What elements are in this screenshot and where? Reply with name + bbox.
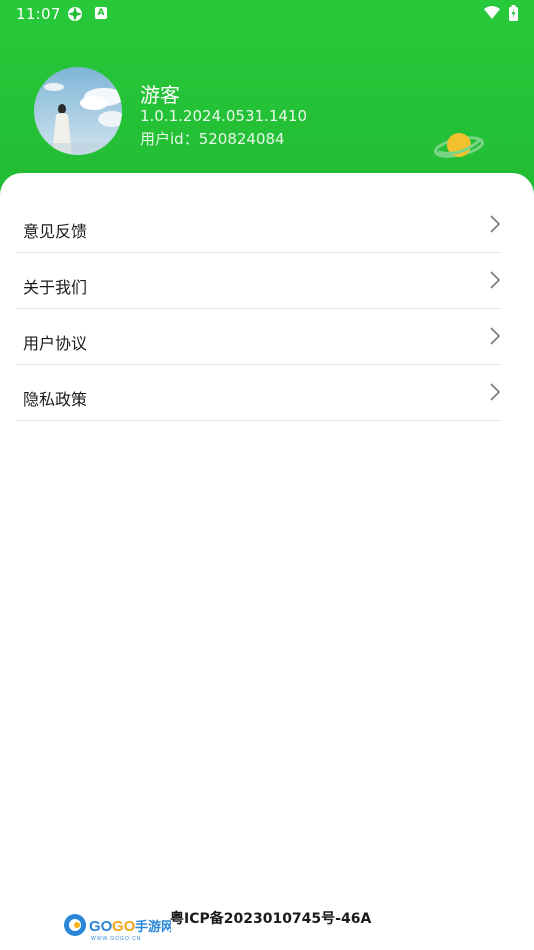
battery-icon (509, 5, 518, 21)
chevron-right-icon (490, 215, 500, 233)
menu-item-feedback[interactable]: 意见反馈 (16, 197, 502, 253)
app-version: 1.0.1.2024.0531.1410 (140, 107, 307, 125)
status-time: 11:07 (16, 5, 61, 23)
menu-item-label: 隐私政策 (23, 389, 88, 409)
svg-text:GO: GO (89, 918, 113, 935)
avatar[interactable] (34, 67, 122, 155)
avatar-photo (34, 67, 122, 155)
user-id-label: 用户id： (140, 130, 199, 148)
wifi-icon (484, 6, 500, 19)
footer: GO GO 手游网 WWW.GOGO.CN 粤ICP备2023010745号-4… (63, 906, 383, 942)
profile-name: 游客 (140, 83, 180, 107)
gogo-logo: GO GO 手游网 WWW.GOGO.CN (64, 914, 171, 942)
settings-menu: 意见反馈 关于我们 用户协议 隐私政策 (16, 197, 502, 421)
icp-license[interactable]: 粤ICP备2023010745号-46A (170, 908, 371, 928)
menu-item-label: 意见反馈 (23, 221, 88, 241)
menu-item-label: 用户协议 (23, 333, 88, 353)
status-bar: 11:07 A (0, 0, 534, 28)
user-id: 用户id：520824084 (140, 128, 285, 149)
svg-text:WWW.GOGO.CN: WWW.GOGO.CN (91, 936, 141, 942)
chevron-right-icon (490, 327, 500, 345)
menu-item-about-us[interactable]: 关于我们 (16, 253, 502, 309)
menu-card: 意见反馈 关于我们 用户协议 隐私政策 (0, 173, 534, 950)
menu-item-privacy-policy[interactable]: 隐私政策 (16, 365, 502, 421)
svg-text:手游网: 手游网 (135, 919, 171, 935)
menu-item-user-agreement[interactable]: 用户协议 (16, 309, 502, 365)
a-notification-icon: A (95, 7, 107, 19)
svg-text:GO: GO (112, 918, 136, 935)
gear-notification-icon (68, 7, 82, 21)
user-id-value: 520824084 (198, 130, 285, 148)
planet-icon (434, 133, 484, 158)
menu-item-label: 关于我们 (23, 277, 88, 297)
chevron-right-icon (490, 383, 500, 401)
chevron-right-icon (490, 271, 500, 289)
